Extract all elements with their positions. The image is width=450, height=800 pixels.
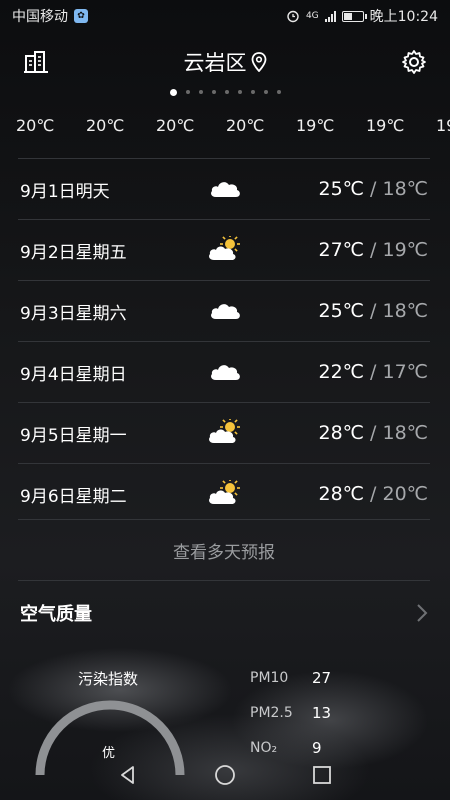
page-indicator bbox=[0, 88, 450, 96]
baidu-paw-icon: ✿ bbox=[74, 9, 88, 23]
temp-separator: / bbox=[364, 239, 383, 261]
back-icon[interactable] bbox=[118, 765, 138, 785]
temp-separator: / bbox=[364, 422, 383, 444]
city-name: 云岩区 bbox=[183, 51, 247, 75]
city-selector[interactable]: 云岩区 bbox=[184, 47, 267, 77]
clock-label: 晚上10:24 bbox=[369, 9, 438, 25]
high-temp: 28℃ bbox=[318, 483, 364, 505]
hourly-temp: 20℃ bbox=[86, 116, 125, 135]
cloudy-icon bbox=[208, 358, 242, 384]
signal-icon bbox=[324, 10, 336, 22]
partly-sunny-icon bbox=[208, 478, 242, 506]
alarm-clock-icon bbox=[287, 10, 299, 23]
location-pin-icon bbox=[251, 52, 266, 72]
hourly-temperature-strip[interactable]: 20℃ 20℃ 20℃ 20℃ 19℃ 19℃ 19 bbox=[0, 112, 450, 142]
forecast-row[interactable]: 9月2日星期五 27℃ / 19℃ bbox=[18, 219, 430, 280]
forecast-date: 9月5日星期一 bbox=[20, 425, 127, 446]
hourly-temp: 20℃ bbox=[226, 116, 265, 135]
low-temp: 18℃ bbox=[382, 422, 428, 444]
page-dot bbox=[198, 90, 203, 94]
hourly-temp: 20℃ bbox=[156, 116, 195, 135]
network-type-label: 4G bbox=[305, 11, 319, 21]
partly-sunny-icon bbox=[208, 234, 242, 262]
high-temp: 22℃ bbox=[318, 361, 364, 383]
page-dot bbox=[250, 90, 255, 94]
forecast-row[interactable]: 9月3日星期六 25℃ / 18℃ bbox=[18, 280, 430, 341]
cloudy-icon bbox=[208, 297, 242, 323]
low-temp: 20℃ bbox=[382, 483, 428, 505]
hourly-temp: 19℃ bbox=[296, 116, 335, 135]
recent-apps-icon[interactable] bbox=[312, 765, 332, 785]
page-dot bbox=[276, 90, 281, 94]
air-quality-title[interactable]: 空气质量 bbox=[20, 600, 92, 626]
home-icon[interactable] bbox=[214, 764, 236, 786]
forecast-temps: 25℃ / 18℃ bbox=[318, 178, 428, 200]
hourly-temp: 20℃ bbox=[16, 116, 55, 135]
page-dot bbox=[169, 88, 177, 96]
forecast-temps: 22℃ / 17℃ bbox=[318, 361, 428, 383]
low-temp: 17℃ bbox=[382, 361, 428, 383]
page-dot bbox=[224, 90, 229, 94]
pollutant-name: PM2.5 bbox=[250, 705, 293, 721]
page-dot bbox=[211, 90, 216, 94]
more-days-button[interactable]: 查看多天预报 bbox=[18, 519, 430, 581]
cloudy-icon bbox=[208, 175, 242, 201]
forecast-date: 9月3日星期六 bbox=[20, 303, 127, 324]
high-temp: 25℃ bbox=[318, 300, 364, 322]
system-navigation-bar bbox=[0, 750, 450, 800]
battery-icon bbox=[341, 10, 367, 22]
low-temp: 19℃ bbox=[382, 239, 428, 261]
high-temp: 25℃ bbox=[318, 178, 364, 200]
partly-sunny-icon bbox=[208, 417, 242, 445]
pollutant-value: 13 bbox=[312, 704, 332, 722]
daily-forecast-list: 9月1日明天 25℃ / 18℃ 9月2日星期五 27℃ / 19℃ 9月3日星期六 25… bbox=[18, 158, 430, 524]
forecast-row[interactable]: 9月4日星期日 22℃ / 17℃ bbox=[18, 341, 430, 402]
hourly-temp: 19 bbox=[436, 116, 450, 135]
page-dot bbox=[263, 90, 268, 94]
carrier-label: 中国移动 bbox=[12, 9, 68, 25]
hourly-temp: 19℃ bbox=[366, 116, 405, 135]
temp-separator: / bbox=[364, 483, 383, 505]
status-bar: 中国移动 ✿ 4G 晚上10:24 bbox=[0, 0, 450, 32]
city-buildings-icon[interactable] bbox=[20, 46, 52, 78]
temp-separator: / bbox=[364, 178, 383, 200]
high-temp: 28℃ bbox=[318, 422, 364, 444]
page-dot bbox=[237, 90, 242, 94]
forecast-date: 9月2日星期五 bbox=[20, 242, 127, 263]
pollution-index-label: 污染指数 bbox=[78, 670, 139, 688]
temp-separator: / bbox=[364, 300, 383, 322]
forecast-temps: 25℃ / 18℃ bbox=[318, 300, 428, 322]
forecast-temps: 28℃ / 18℃ bbox=[318, 422, 428, 444]
forecast-temps: 28℃ / 20℃ bbox=[318, 483, 428, 505]
forecast-row[interactable]: 9月5日星期一 28℃ / 18℃ bbox=[18, 402, 430, 463]
page-dot bbox=[185, 90, 190, 94]
header: 云岩区 bbox=[0, 40, 450, 84]
settings-gear-icon[interactable] bbox=[398, 46, 430, 78]
high-temp: 27℃ bbox=[318, 239, 364, 261]
pollutant-value: 27 bbox=[312, 669, 332, 687]
forecast-date: 9月4日星期日 bbox=[20, 364, 127, 385]
chevron-right-icon[interactable] bbox=[416, 603, 428, 623]
pollutant-name: PM10 bbox=[250, 670, 289, 686]
more-days-label: 查看多天预报 bbox=[173, 542, 275, 563]
forecast-temps: 27℃ / 19℃ bbox=[318, 239, 428, 261]
forecast-row[interactable]: 9月1日明天 25℃ / 18℃ bbox=[18, 158, 430, 219]
forecast-row[interactable]: 9月6日星期二 28℃ / 20℃ bbox=[18, 463, 430, 524]
low-temp: 18℃ bbox=[382, 178, 428, 200]
temp-separator: / bbox=[364, 361, 383, 383]
forecast-date: 9月1日明天 bbox=[20, 181, 110, 202]
low-temp: 18℃ bbox=[382, 300, 428, 322]
forecast-date: 9月6日星期二 bbox=[20, 486, 127, 507]
